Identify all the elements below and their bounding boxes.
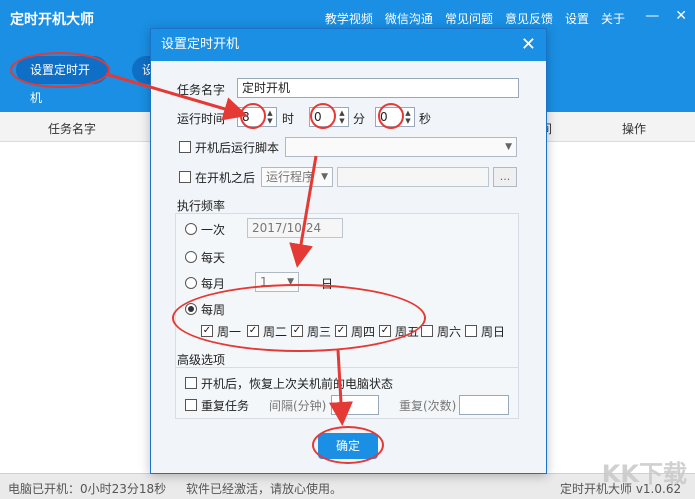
daily-label: 每天 [201,251,226,265]
chevron-down-icon: ▼ [321,172,328,182]
minimize-icon[interactable]: — [645,8,659,24]
daily-radio[interactable] [185,251,197,263]
run-script-checkbox[interactable] [179,141,191,153]
chevron-down-icon: ▼ [505,142,512,152]
uptime-text: 电脑已开机：0小时23分18秒 [8,482,167,496]
program-path-input[interactable] [337,167,489,187]
run-time-label: 运行时间 [177,112,226,126]
dialog-body: 任务名字 定时开机 运行时间 8 ▲ ▼ 时 0 ▲ ▼ 分 0 ▲ ▼ 秒 开机后运… [151,61,546,473]
script-select[interactable]: ▼ [285,137,517,157]
task-name-input[interactable]: 定时开机 [237,78,519,98]
nav-feedback[interactable]: 意见反馈 [505,10,553,27]
task-name-label: 任务名字 [177,83,226,97]
window-controls: — ✕ [645,8,687,24]
weekday-label: 周日 [481,325,506,339]
annotation-ring-hour [240,103,266,129]
nav-wechat[interactable]: 微信沟通 [385,10,433,27]
repeat-task-checkbox[interactable] [185,399,197,411]
minute-spin-icon[interactable]: ▲ ▼ [337,109,347,125]
col-ops: 操作 [622,122,647,136]
annotation-ring-minute [310,103,336,129]
second-spin-icon[interactable]: ▲ ▼ [403,109,413,125]
status-bar: 电脑已开机：0小时23分18秒 软件已经激活，请放心使用。 定时开机大师 v1.… [0,473,695,499]
program-select-value: 运行程序 [266,170,315,184]
annotation-ring-second [378,103,404,129]
activation-text: 软件已经激活，请放心使用。 [186,482,343,496]
schedule-dialog: 设置定时开机 ✕ 任务名字 定时开机 运行时间 8 ▲ ▼ 时 0 ▲ ▼ 分 0 … [150,28,547,474]
after-boot-checkbox[interactable] [179,171,191,183]
browse-button[interactable]: ... [493,167,517,187]
nav-about[interactable]: 关于 [601,10,625,27]
repeat-count-input[interactable] [459,395,509,415]
once-radio[interactable] [185,223,197,235]
top-nav: 教学视频 微信沟通 常见问题 意见反馈 设置 关于 [325,10,625,27]
interval-label: 间隔(分钟) [269,399,327,413]
interval-input[interactable] [331,395,379,415]
close-icon[interactable]: ✕ [521,29,536,61]
annotation-ring-schedule-button [10,52,110,88]
run-script-label: 开机后运行脚本 [195,141,280,155]
dialog-titlebar: 设置定时开机 ✕ [151,29,546,61]
repeat-count-label: 重复(次数) [399,399,457,413]
dialog-title: 设置定时开机 [161,37,240,52]
hour-spin-icon[interactable]: ▲ ▼ [265,109,275,125]
restore-state-label: 开机后，恢复上次关机前的电脑状态 [201,377,394,391]
after-boot-label: 在开机之后 [195,171,256,185]
frequency-label: 执行频率 [177,199,226,213]
nav-settings[interactable]: 设置 [565,10,589,27]
second-unit: 秒 [419,112,432,126]
weekday-checkbox[interactable] [421,325,433,337]
annotation-ring-weekly [172,284,426,352]
weekday-checkbox[interactable] [465,325,477,337]
col-task-name: 任务名字 [48,122,97,136]
monthly-radio[interactable] [185,277,197,289]
watermark-logo: KK下载 [601,460,687,488]
nav-faq[interactable]: 常见问题 [445,10,493,27]
once-label: 一次 [201,223,226,237]
date-input[interactable]: 2017/10/24 [247,218,343,238]
minute-unit: 分 [353,112,366,126]
monthly-label: 每月 [201,277,226,291]
close-window-icon[interactable]: ✕ [675,8,687,24]
repeat-task-label: 重复任务 [201,399,250,413]
nav-tutorial[interactable]: 教学视频 [325,10,373,27]
program-select[interactable]: 运行程序 ▼ [261,167,333,187]
restore-state-checkbox[interactable] [185,377,197,389]
weekday-label: 周六 [437,325,462,339]
advanced-label: 高级选项 [177,353,226,367]
hour-unit: 时 [282,112,295,126]
app-title: 定时开机大师 [10,12,94,28]
annotation-ring-ok [312,426,384,464]
